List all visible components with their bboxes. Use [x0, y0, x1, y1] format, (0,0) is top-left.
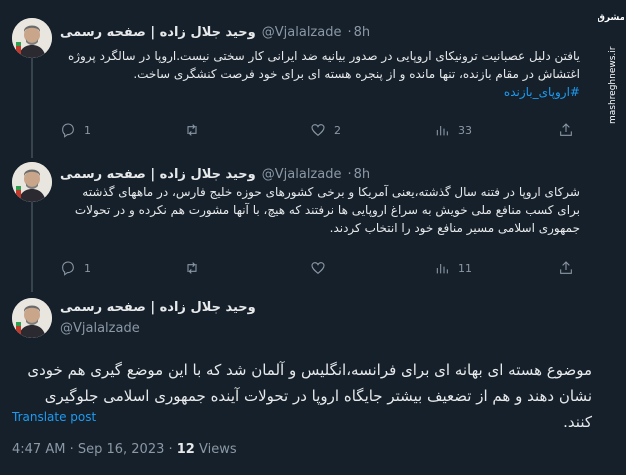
retweet-button[interactable] — [184, 260, 200, 276]
reply-icon — [62, 123, 74, 138]
tweet-text-content: یافتن دلیل عصبانیت ترونیکای اروپایی در ص… — [67, 49, 580, 81]
tweet-text: شرکای اروپا در فتنه سال گذشته،یعنی آمریک… — [60, 183, 580, 237]
avatar[interactable] — [12, 18, 52, 58]
retweet-icon — [187, 262, 197, 274]
main-tweet-text: موضوع هسته ای بهانه ای برای فرانسه،انگلی… — [27, 361, 592, 431]
tweet-timestamp[interactable]: 4:47 AM · Sep 16, 2023 · — [12, 442, 177, 457]
like-button[interactable]: 2 — [310, 122, 341, 138]
reply-count: 1 — [84, 123, 91, 137]
avatar[interactable] — [12, 298, 52, 338]
share-button[interactable] — [558, 260, 574, 276]
views-count: 12 — [176, 442, 195, 457]
share-icon — [560, 123, 572, 136]
views-icon — [436, 126, 448, 136]
retweet-icon — [187, 124, 197, 136]
author-handle[interactable]: @Vjalalzade — [262, 167, 342, 182]
avatar-image — [12, 298, 52, 338]
avatar-image — [12, 18, 52, 58]
reply-icon — [62, 261, 74, 276]
reply-button[interactable]: 1 — [60, 122, 91, 138]
share-icon — [560, 261, 572, 274]
author-name[interactable]: وحید جلال زاده | صفحه رسمی — [60, 25, 256, 40]
tweet-actions: 1 2 33 — [60, 120, 572, 140]
tweet-time[interactable]: 8h — [354, 25, 371, 40]
share-button[interactable] — [558, 122, 574, 138]
hashtag-link[interactable]: #اروپای_بازنده — [60, 83, 580, 101]
dot-separator: · — [347, 166, 352, 182]
tweet-meta: 4:47 AM · Sep 16, 2023 · 12 Views — [12, 442, 237, 457]
author-handle[interactable]: @Vjalalzade — [60, 321, 140, 336]
author-name[interactable]: وحید جلال زاده | صفحه رسمی — [60, 167, 256, 182]
author-name[interactable]: وحید جلال زاده | صفحه رسمی — [60, 300, 256, 315]
views-icon — [436, 264, 448, 274]
avatar[interactable] — [12, 162, 52, 202]
tweet-header: وحید جلال زاده | صفحه رسمی @Vjalalzade ·… — [60, 164, 586, 184]
views-label: Views — [194, 442, 237, 457]
tweet-header: وحید جلال زاده | صفحه رسمی @Vjalalzade ·… — [60, 22, 586, 42]
heart-icon — [311, 124, 325, 137]
tweet-text: یافتن دلیل عصبانیت ترونیکای اروپایی در ص… — [60, 47, 580, 101]
like-count: 2 — [334, 123, 341, 137]
reply-button[interactable]: 1 — [60, 260, 91, 276]
reply-count: 1 — [84, 261, 91, 275]
views-button[interactable]: 11 — [434, 260, 472, 276]
views-count: 11 — [458, 261, 472, 275]
tweet-time[interactable]: 8h — [354, 167, 371, 182]
like-button[interactable] — [310, 260, 326, 276]
mashregh-watermark: مشرق mashreghnews.ir — [598, 13, 624, 124]
thread-line — [31, 202, 33, 292]
tweet-text-content: شرکای اروپا در فتنه سال گذشته،یعنی آمریک… — [74, 185, 580, 235]
views-count: 33 — [458, 123, 472, 137]
thread-line — [31, 58, 33, 158]
views-button[interactable]: 33 — [434, 122, 472, 138]
author-handle[interactable]: @Vjalalzade — [262, 25, 342, 40]
watermark-site: mashreghnews.ir — [608, 46, 618, 124]
watermark-logo: مشرق — [598, 13, 624, 23]
retweet-button[interactable] — [184, 122, 200, 138]
heart-icon — [311, 262, 325, 275]
avatar-image — [12, 162, 52, 202]
dot-separator: · — [347, 24, 352, 40]
translate-post-link[interactable]: Translate post — [12, 410, 96, 424]
tweet-actions: 1 11 — [60, 258, 572, 278]
